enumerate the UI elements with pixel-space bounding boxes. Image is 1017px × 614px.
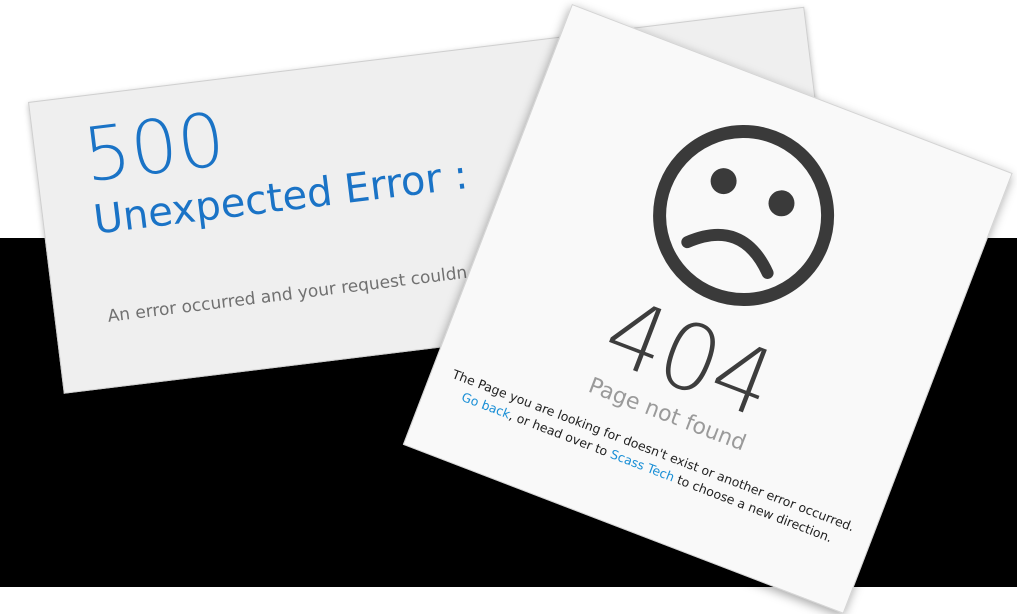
error-500-message: An error occurred and your request could…	[106, 262, 469, 327]
error-500-code: 500	[78, 96, 230, 200]
